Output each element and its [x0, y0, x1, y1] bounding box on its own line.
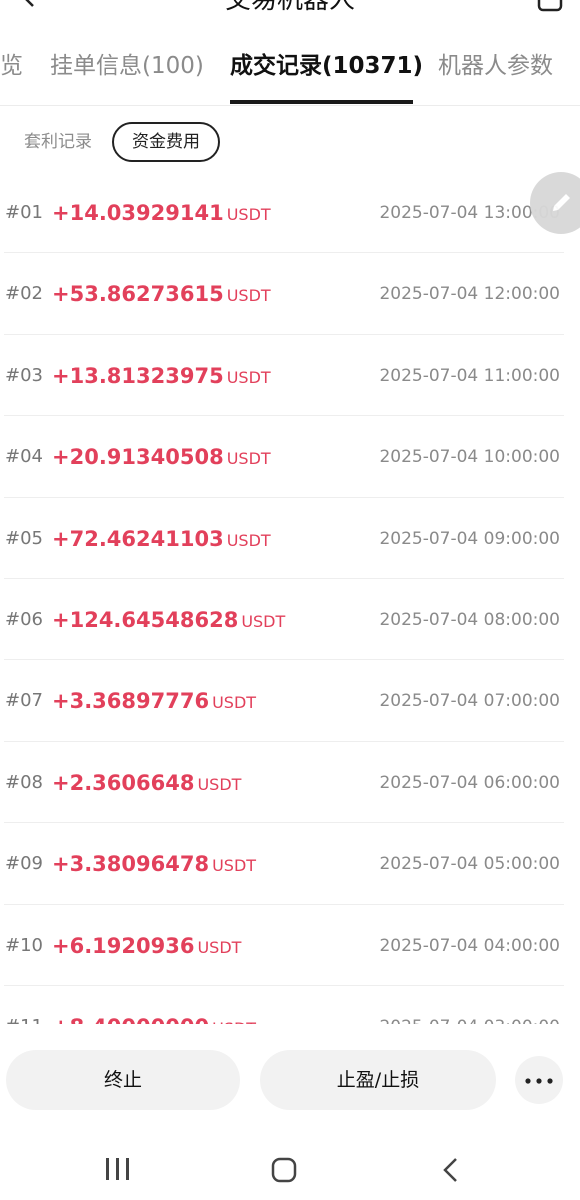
record-index: #01: [5, 202, 43, 223]
amount-value: +2.3606648: [52, 770, 195, 795]
stop-button[interactable]: 终止: [6, 1050, 240, 1110]
record-index: #08: [5, 771, 43, 793]
sub-tab-bar: 套利记录 资金费用: [0, 122, 580, 164]
funding-record-row: #05 +72.46241103 USDT 2025-07-04 09:00:00: [0, 498, 580, 579]
record-time: 2025-07-04 11:00:00: [379, 365, 560, 386]
amount-unit: USDT: [212, 1019, 256, 1024]
amount-unit: USDT: [226, 205, 271, 224]
page-title: 交易机器人: [224, 0, 355, 15]
record-time: 2025-07-04 04:00:00: [379, 935, 560, 956]
record-index: #10: [5, 934, 43, 956]
funding-record-row: #11 +8.40000000USDT 2025-07-04 03:00:00: [0, 986, 580, 1024]
record-amount: +53.86273615 USDT: [52, 281, 271, 309]
amount-value: +72.46241103: [52, 526, 224, 551]
action-bar: 终止 止盈/止损: [0, 1046, 580, 1114]
record-index: #11: [5, 1016, 43, 1024]
amount-unit: USDT: [197, 937, 242, 957]
amount-value: +14.03929141: [52, 201, 224, 225]
record-amount: +3.38096478 USDT: [52, 851, 256, 879]
funding-record-row: #04 +20.91340508 USDT 2025-07-04 10:00:00: [0, 416, 580, 498]
amount-value: +3.36897776: [52, 689, 210, 714]
app-header: 交易机器人: [0, 0, 580, 20]
record-amount: +3.36897776 USDT: [52, 688, 256, 716]
record-index: #03: [5, 364, 43, 386]
amount-unit: USDT: [226, 449, 271, 469]
amount-value: +53.86273615: [52, 282, 224, 307]
amount-value: +8.40000000: [52, 1015, 209, 1024]
record-index: #07: [5, 690, 43, 712]
record-time: 2025-07-04 06:00:00: [379, 772, 560, 793]
record-index: #02: [5, 283, 43, 305]
tab-open-orders[interactable]: 挂单信息(100): [50, 50, 204, 82]
amount-unit: USDT: [241, 611, 286, 631]
record-amount: +72.46241103 USDT: [52, 526, 271, 554]
funding-record-row: #07 +3.36897776 USDT 2025-07-04 07:00:00: [0, 660, 580, 742]
active-tab-indicator: [230, 100, 413, 104]
record-index: #05: [5, 527, 43, 549]
amount-unit: USDT: [226, 530, 271, 550]
amount-unit: USDT: [197, 774, 242, 794]
record-time: 2025-07-04 09:00:00: [379, 528, 560, 549]
record-time: 2025-07-04 12:00:00: [379, 284, 560, 305]
subtab-arbitrage-records[interactable]: 套利记录: [24, 122, 92, 162]
funding-record-row: #01 +14.03929141 USDT 2025-07-04 13:00:00: [0, 172, 580, 254]
tab-overview[interactable]: 览: [0, 50, 23, 82]
amount-value: +6.1920936: [52, 933, 195, 958]
subtab-funding-fees[interactable]: 资金费用: [112, 122, 220, 162]
amount-value: +124.64548628: [52, 607, 239, 632]
nav-back-icon[interactable]: [440, 1156, 462, 1188]
amount-value: +3.38096478: [52, 852, 210, 877]
take-profit-stop-loss-button[interactable]: 止盈/止损: [260, 1050, 496, 1110]
record-index: #09: [5, 853, 43, 875]
record-time: 2025-07-04 10:00:00: [379, 447, 560, 468]
amount-value: +20.91340508: [52, 445, 224, 470]
tab-trade-records[interactable]: 成交记录(10371): [230, 50, 423, 82]
funding-record-row: #06 +124.64548628 USDT 2025-07-04 08:00:00: [0, 579, 580, 661]
record-amount: +20.91340508 USDT: [52, 444, 271, 472]
record-time: 2025-07-04 07:00:00: [379, 691, 560, 712]
more-dots-icon: [525, 1078, 553, 1084]
record-index: #04: [5, 446, 43, 468]
record-amount: +14.03929141 USDT: [52, 200, 271, 228]
amount-unit: USDT: [212, 856, 257, 876]
record-time: 2025-07-04 03:00:00: [379, 1016, 560, 1024]
home-icon[interactable]: [270, 1156, 298, 1188]
tab-bot-params[interactable]: 机器人参数: [438, 50, 553, 82]
more-button[interactable]: [515, 1056, 563, 1104]
record-amount: +8.40000000USDT: [52, 1014, 256, 1024]
pencil-icon: [553, 194, 570, 211]
funding-record-row: #02 +53.86273615 USDT 2025-07-04 12:00:00: [0, 253, 580, 335]
system-nav-bar: [0, 1140, 580, 1200]
amount-unit: USDT: [212, 693, 257, 713]
funding-record-row: #08 +2.3606648 USDT 2025-07-04 06:00:00: [0, 742, 580, 824]
record-time: 2025-07-04 08:00:00: [379, 609, 560, 630]
record-index: #06: [5, 608, 43, 630]
amount-unit: USDT: [226, 286, 271, 306]
funding-record-row: #03 +13.81323975 USDT 2025-07-04 11:00:00: [0, 335, 580, 417]
amount-value: +13.81323975: [52, 363, 224, 388]
record-time: 2025-07-04 05:00:00: [379, 854, 560, 875]
tab-bar: 览 挂单信息(100) 成交记录(10371) 机器人参数: [0, 36, 580, 106]
funding-fee-list[interactable]: #01 +14.03929141 USDT 2025-07-04 13:00:00 #0…: [0, 172, 580, 1024]
record-amount: +6.1920936 USDT: [52, 933, 241, 961]
funding-record-row: #10 +6.1920936 USDT 2025-07-04 04:00:00: [0, 905, 580, 986]
funding-record-row: #09 +3.38096478 USDT 2025-07-04 05:00:00: [0, 823, 580, 905]
record-amount: +124.64548628 USDT: [52, 607, 285, 635]
share-icon[interactable]: [536, 0, 564, 14]
record-amount: +2.3606648 USDT: [52, 770, 241, 798]
recent-apps-icon[interactable]: [104, 1156, 132, 1186]
record-amount: +13.81323975 USDT: [52, 363, 271, 391]
amount-unit: USDT: [226, 367, 271, 387]
